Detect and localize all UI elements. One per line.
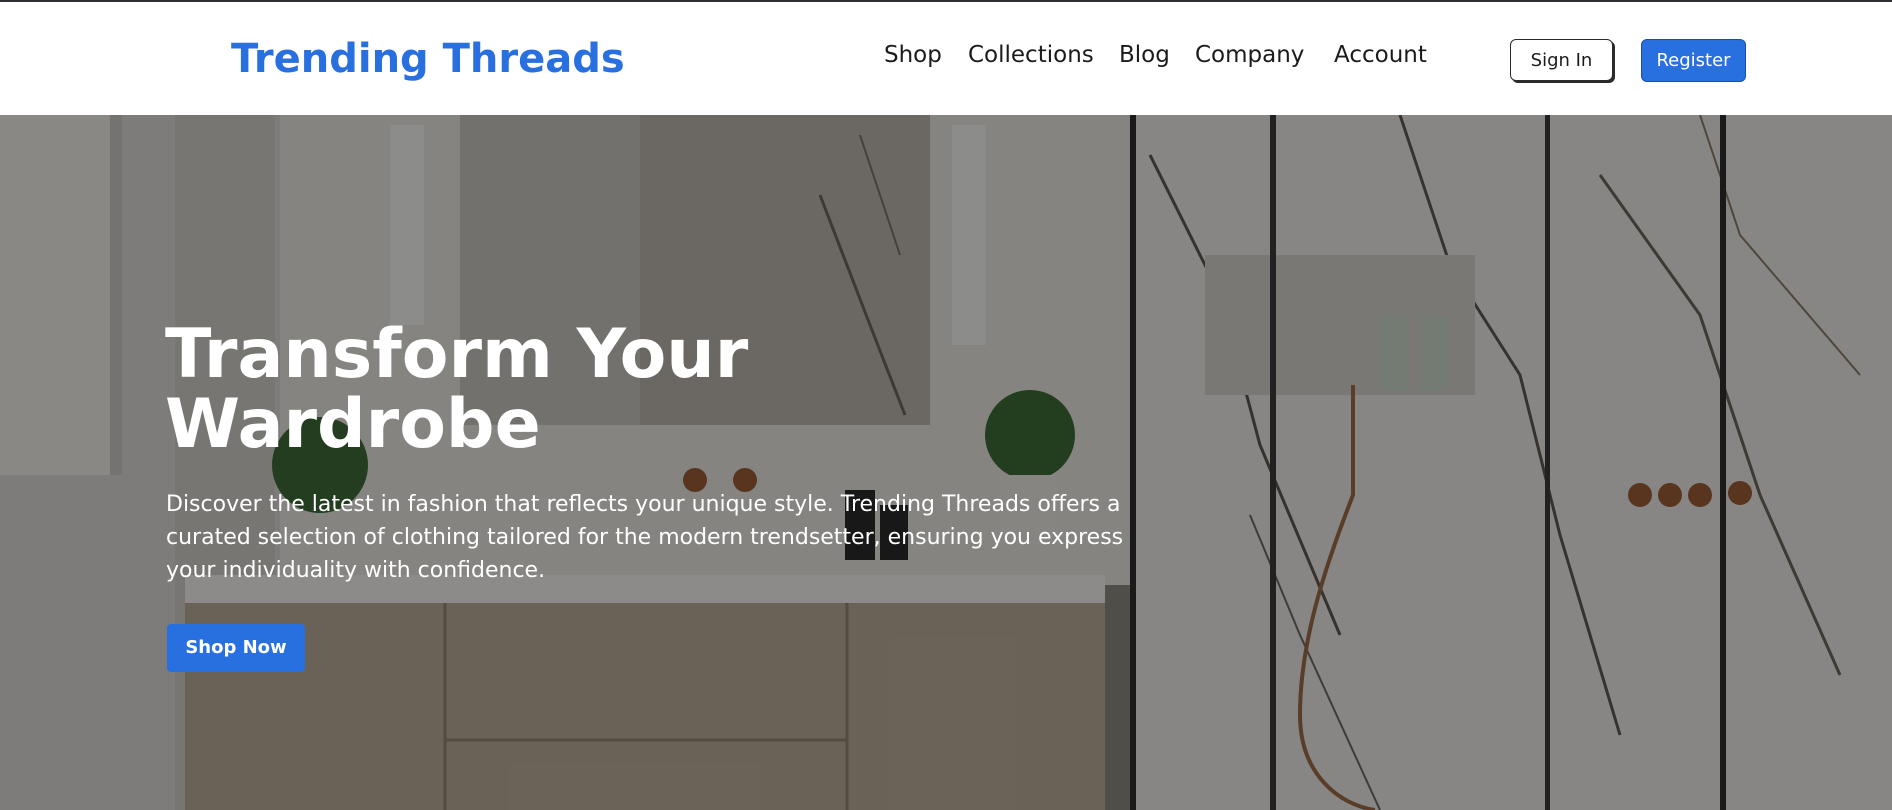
shop-now-button[interactable]: Shop Now — [167, 624, 305, 672]
brand-logo[interactable]: Trending Threads — [231, 36, 625, 82]
nav-blog[interactable]: Blog — [1119, 42, 1170, 68]
nav-shop[interactable]: Shop — [884, 42, 942, 68]
site-header: Trending Threads Shop Collections Blog C… — [0, 2, 1892, 115]
hero-title: Transform Your Wardrobe — [165, 320, 1065, 460]
sign-in-button[interactable]: Sign In — [1510, 39, 1613, 81]
hero-title-line-1: Transform Your — [165, 315, 749, 394]
hero-title-line-2: Wardrobe — [165, 385, 541, 464]
register-button[interactable]: Register — [1641, 39, 1746, 82]
nav-collections[interactable]: Collections — [968, 42, 1094, 68]
hero-description: Discover the latest in fashion that refl… — [166, 492, 1124, 583]
nav-account[interactable]: Account — [1334, 42, 1427, 68]
nav-company[interactable]: Company — [1195, 42, 1304, 68]
hero-section: Transform Your Wardrobe Discover the lat… — [0, 115, 1892, 810]
